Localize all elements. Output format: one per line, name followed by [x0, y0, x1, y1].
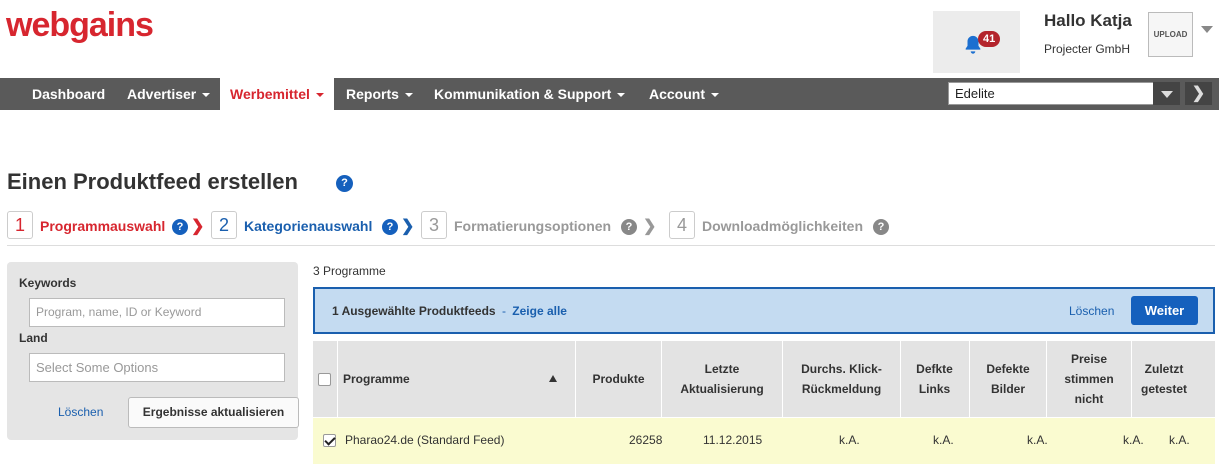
step-2-label[interactable]: Kategorienauswahl: [244, 218, 372, 234]
selection-separator: -: [501, 304, 506, 318]
row-program-name: Pharao24.de (Standard Feed): [345, 433, 505, 447]
row-products: 26258: [629, 433, 663, 447]
chevron-right-icon: ❯: [643, 218, 657, 235]
selection-bar: 1 Ausgewählte Produktfeeds - Zeige alle …: [313, 287, 1215, 334]
col-letzte-aktualisierung[interactable]: Letzte Aktualisierung: [662, 341, 782, 417]
clear-filter-link[interactable]: Löschen: [58, 405, 103, 419]
program-count: 3 Programme: [313, 264, 386, 278]
nav-reports-label: Reports: [346, 86, 399, 102]
user-company: Projecter GmbH: [1044, 42, 1131, 56]
notification-count-badge: 41: [978, 31, 1001, 47]
user-greeting: Hallo Katja: [1044, 11, 1132, 30]
col-zuletzt-getestet[interactable]: Zuletzt getestet: [1132, 341, 1196, 417]
nav-advertiser-label: Advertiser: [127, 86, 197, 102]
step-4-number: 4: [669, 211, 695, 239]
program-select-dropdown-icon[interactable]: [1153, 82, 1180, 105]
step-1-number: 1: [7, 211, 33, 239]
help-icon[interactable]: ?: [336, 175, 353, 192]
row-last-tested: k.A.: [1169, 433, 1190, 447]
keywords-label: Keywords: [19, 276, 77, 290]
chevron-down-icon: [711, 93, 719, 98]
step-1-label[interactable]: Programmauswahl: [40, 218, 165, 234]
keywords-input[interactable]: Program, name, ID or Keyword: [29, 298, 285, 327]
help-icon[interactable]: ?: [873, 219, 889, 235]
step-4-label: Downloadmöglichkeiten: [702, 218, 864, 234]
nav-kommunikation-support[interactable]: Kommunikation & Support: [424, 78, 635, 110]
nav-kommunikation-label: Kommunikation & Support: [434, 86, 612, 102]
divider: [7, 245, 1215, 246]
nav-dashboard[interactable]: Dashboard: [22, 78, 115, 110]
select-all-checkbox[interactable]: [318, 373, 331, 386]
help-icon[interactable]: ?: [621, 219, 637, 235]
nav-werbemittel-label: Werbemittel: [230, 86, 310, 102]
step-3-label: Formatierungsoptionen: [454, 218, 612, 234]
col-preise-stimmen-nicht[interactable]: Preise stimmen nicht: [1047, 341, 1131, 417]
clear-selection-link[interactable]: Löschen: [1069, 304, 1114, 318]
show-all-link[interactable]: Zeige alle: [512, 304, 567, 318]
land-select[interactable]: Select Some Options: [29, 353, 285, 382]
col-programme[interactable]: Programme: [343, 341, 543, 417]
nav-account[interactable]: Account: [639, 78, 729, 110]
chevron-down-icon: [315, 93, 324, 98]
table-row[interactable]: Pharao24.de (Standard Feed) 26258 11.12.…: [313, 418, 1215, 464]
row-last-update: 11.12.2015: [703, 433, 763, 447]
program-select[interactable]: Edelite: [948, 82, 1180, 105]
avatar-text: UPLOAD: [1153, 30, 1188, 39]
col-klick-rueckmeldung[interactable]: Durchs. Klick- Rückmeldung: [783, 341, 900, 417]
row-broken-links: k.A.: [933, 433, 954, 447]
land-label: Land: [19, 331, 48, 345]
page-title: Einen Produktfeed erstellen: [7, 169, 298, 194]
nav-dashboard-label: Dashboard: [32, 86, 106, 102]
row-broken-images: k.A.: [1027, 433, 1048, 447]
col-defekte-links[interactable]: Defkte Links: [901, 341, 968, 417]
nav-reports[interactable]: Reports: [336, 78, 423, 110]
avatar[interactable]: UPLOAD: [1148, 12, 1193, 57]
sort-ascending-icon[interactable]: [549, 375, 557, 382]
chevron-down-icon: [617, 93, 626, 98]
row-click-feedback: k.A.: [839, 433, 860, 447]
col-defekte-bilder[interactable]: Defekte Bilder: [970, 341, 1046, 417]
step-2-number: 2: [211, 211, 237, 239]
row-checkbox[interactable]: [323, 434, 336, 447]
notifications-button[interactable]: 41: [933, 11, 1020, 73]
help-icon[interactable]: ?: [382, 219, 398, 235]
help-icon[interactable]: ?: [172, 219, 188, 235]
selection-text: 1 Ausgewählte Produktfeeds: [332, 304, 496, 318]
chevron-right-icon: ❯: [191, 218, 205, 235]
column-divider: [337, 341, 338, 417]
step-3-number: 3: [421, 211, 447, 239]
update-results-button[interactable]: Ergebnisse aktualisieren: [128, 397, 299, 428]
chevron-right-icon: ❯: [401, 218, 415, 235]
nav-advertiser[interactable]: Advertiser: [117, 78, 220, 110]
program-go-button[interactable]: ❯: [1185, 82, 1212, 105]
selection-summary: 1 Ausgewählte Produktfeeds - Zeige alle: [332, 304, 567, 318]
chevron-down-icon: [202, 93, 211, 98]
col-produkte[interactable]: Produkte: [576, 341, 661, 417]
table-header: Programme Produkte Letzte Aktualisierung…: [313, 341, 1215, 417]
filter-panel: Keywords Program, name, ID or Keyword La…: [7, 262, 299, 440]
user-menu-caret-icon[interactable]: [1201, 26, 1213, 33]
nav-werbemittel[interactable]: Werbemittel: [220, 78, 334, 110]
next-button[interactable]: Weiter: [1131, 296, 1198, 325]
webgains-logo[interactable]: webgains: [6, 6, 154, 45]
row-price-mismatch: k.A.: [1123, 433, 1144, 447]
chevron-down-icon: [404, 93, 413, 98]
nav-account-label: Account: [649, 86, 705, 102]
